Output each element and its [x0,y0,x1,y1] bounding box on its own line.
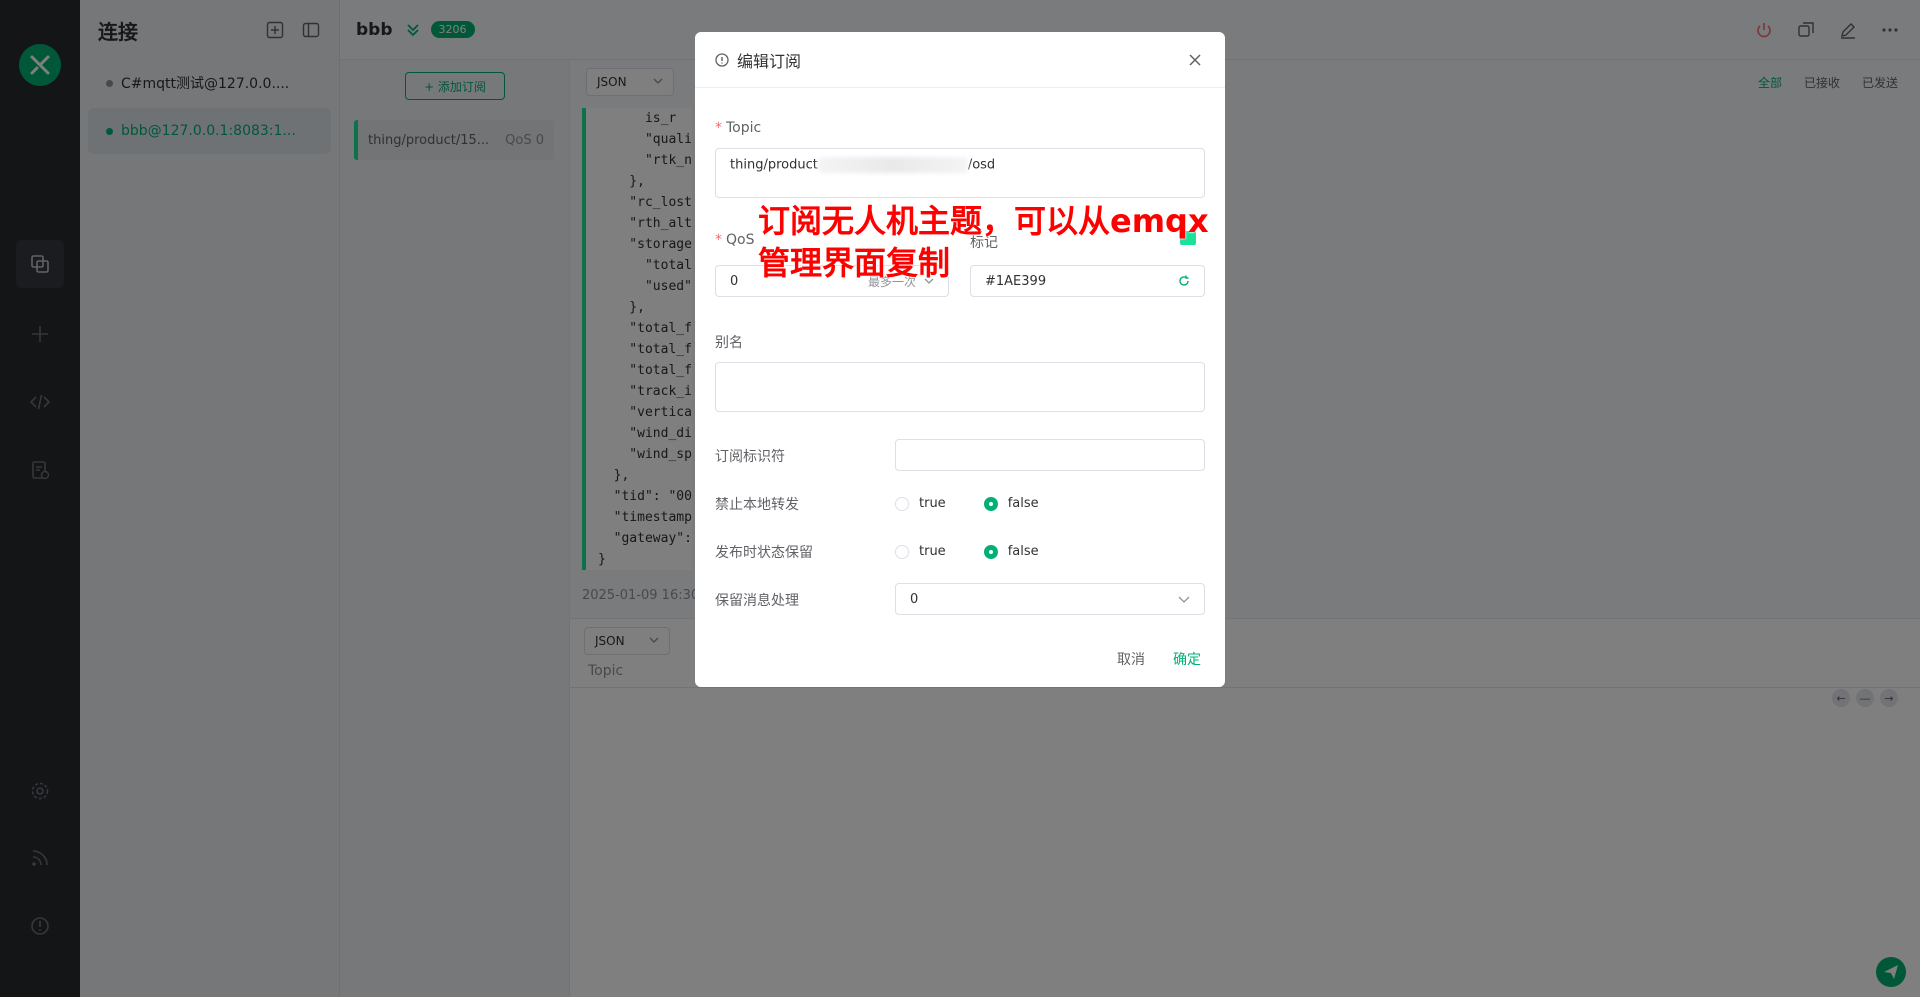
topic-prefix: thing/product [730,157,818,173]
qos-label: * QoS [715,232,755,248]
retain-as-published-label: 发布时状态保留 [715,545,813,561]
alias-textarea[interactable] [715,362,1205,412]
no-local-false-radio[interactable] [983,496,998,511]
chevron-down-icon [1178,596,1190,603]
dialog-header: 编辑订阅 [695,32,1225,88]
retain-handling-value: 0 [910,591,919,607]
topic-textarea[interactable]: thing/product/osd [715,148,1205,198]
subscription-id-input[interactable] [895,439,1205,471]
redacted-blur [817,157,968,173]
retain-handling-select[interactable]: 0 [895,583,1205,615]
dialog-title: 编辑订阅 [737,51,802,71]
info-icon [715,52,729,67]
no-local-radio-group: true false [895,496,1077,511]
rap-false-radio[interactable] [983,544,998,559]
rap-false-label[interactable]: false [1008,544,1039,559]
alias-label: 别名 [715,335,743,351]
annotation-line-1: 订阅无人机主题，可以从emqx [758,202,1209,240]
close-icon[interactable] [1185,50,1205,70]
retain-handling-label: 保留消息处理 [715,593,799,609]
topic-label: * Topic [715,120,762,136]
no-local-true-label[interactable]: true [919,496,946,511]
dialog-footer: 取消 确定 [1117,649,1201,669]
no-local-label: 禁止本地转发 [715,497,799,513]
edit-subscription-dialog: 编辑订阅 * Topic thing/product/osd * QoS 标记 0 … [695,32,1225,687]
subscription-id-label: 订阅标识符 [715,449,785,465]
annotation-line-2: 管理界面复制 [758,244,951,282]
rap-true-label[interactable]: true [919,544,946,559]
qos-value: 0 [730,273,739,289]
retain-as-published-radio-group: true false [895,544,1077,559]
topic-suffix: /osd [967,157,996,173]
confirm-button[interactable]: 确定 [1173,649,1201,669]
no-local-true-radio[interactable] [895,496,909,511]
rap-true-radio[interactable] [895,544,909,559]
cancel-button[interactable]: 取消 [1117,649,1145,669]
annotation-text: 订阅无人机主题，可以从emqx 管理界面复制 [758,200,1209,284]
no-local-false-label[interactable]: false [1008,496,1039,511]
